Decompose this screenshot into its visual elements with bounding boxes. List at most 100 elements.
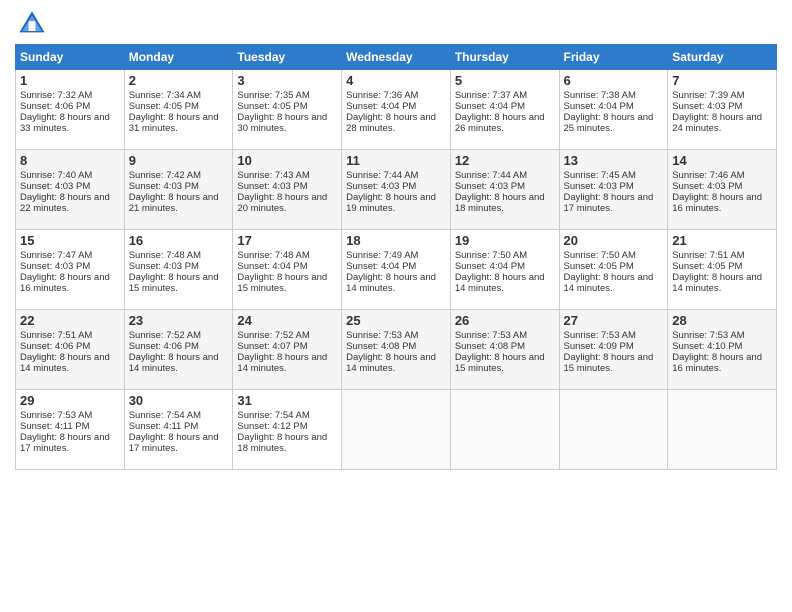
header-tuesday: Tuesday bbox=[233, 45, 342, 70]
sunset-label: Sunset: 4:08 PM bbox=[346, 341, 416, 352]
calendar-cell: 30Sunrise: 7:54 AMSunset: 4:11 PMDayligh… bbox=[124, 390, 233, 470]
day-number: 31 bbox=[237, 393, 337, 408]
daylight-label: Daylight: 8 hours and 26 minutes. bbox=[455, 112, 545, 134]
calendar-cell: 13Sunrise: 7:45 AMSunset: 4:03 PMDayligh… bbox=[559, 150, 668, 230]
week-row-3: 15Sunrise: 7:47 AMSunset: 4:03 PMDayligh… bbox=[16, 230, 777, 310]
sunrise-label: Sunrise: 7:53 AM bbox=[672, 330, 744, 341]
sunrise-label: Sunrise: 7:40 AM bbox=[20, 170, 92, 181]
daylight-label: Daylight: 8 hours and 17 minutes. bbox=[129, 432, 219, 454]
daylight-label: Daylight: 8 hours and 17 minutes. bbox=[20, 432, 110, 454]
sunset-label: Sunset: 4:05 PM bbox=[237, 101, 307, 112]
sunset-label: Sunset: 4:09 PM bbox=[564, 341, 634, 352]
daylight-label: Daylight: 8 hours and 15 minutes. bbox=[129, 272, 219, 294]
calendar-cell: 10Sunrise: 7:43 AMSunset: 4:03 PMDayligh… bbox=[233, 150, 342, 230]
sunrise-label: Sunrise: 7:53 AM bbox=[20, 410, 92, 421]
calendar-cell: 18Sunrise: 7:49 AMSunset: 4:04 PMDayligh… bbox=[342, 230, 451, 310]
daylight-label: Daylight: 8 hours and 31 minutes. bbox=[129, 112, 219, 134]
day-number: 1 bbox=[20, 73, 120, 88]
day-number: 7 bbox=[672, 73, 772, 88]
daylight-label: Daylight: 8 hours and 30 minutes. bbox=[237, 112, 327, 134]
calendar-cell: 5Sunrise: 7:37 AMSunset: 4:04 PMDaylight… bbox=[450, 70, 559, 150]
daylight-label: Daylight: 8 hours and 20 minutes. bbox=[237, 192, 327, 214]
day-number: 30 bbox=[129, 393, 229, 408]
sunrise-label: Sunrise: 7:50 AM bbox=[564, 250, 636, 261]
calendar-cell: 17Sunrise: 7:48 AMSunset: 4:04 PMDayligh… bbox=[233, 230, 342, 310]
sunrise-label: Sunrise: 7:47 AM bbox=[20, 250, 92, 261]
calendar-cell: 19Sunrise: 7:50 AMSunset: 4:04 PMDayligh… bbox=[450, 230, 559, 310]
day-number: 10 bbox=[237, 153, 337, 168]
calendar-cell: 28Sunrise: 7:53 AMSunset: 4:10 PMDayligh… bbox=[668, 310, 777, 390]
daylight-label: Daylight: 8 hours and 16 minutes. bbox=[672, 192, 762, 214]
sunrise-label: Sunrise: 7:35 AM bbox=[237, 90, 309, 101]
daylight-label: Daylight: 8 hours and 25 minutes. bbox=[564, 112, 654, 134]
sunrise-label: Sunrise: 7:32 AM bbox=[20, 90, 92, 101]
sunrise-label: Sunrise: 7:52 AM bbox=[237, 330, 309, 341]
day-number: 11 bbox=[346, 153, 446, 168]
sunrise-label: Sunrise: 7:45 AM bbox=[564, 170, 636, 181]
sunset-label: Sunset: 4:03 PM bbox=[237, 181, 307, 192]
calendar-cell: 25Sunrise: 7:53 AMSunset: 4:08 PMDayligh… bbox=[342, 310, 451, 390]
sunset-label: Sunset: 4:11 PM bbox=[20, 421, 90, 432]
page: SundayMondayTuesdayWednesdayThursdayFrid… bbox=[0, 0, 792, 612]
daylight-label: Daylight: 8 hours and 14 minutes. bbox=[672, 272, 762, 294]
header-friday: Friday bbox=[559, 45, 668, 70]
sunrise-label: Sunrise: 7:36 AM bbox=[346, 90, 418, 101]
calendar-cell: 29 Sunrise: 7:53 AMSunset: 4:11 PMDayligh… bbox=[16, 390, 125, 470]
daylight-label: Daylight: 8 hours and 16 minutes. bbox=[672, 352, 762, 374]
daylight-label: Daylight: 8 hours and 15 minutes. bbox=[564, 352, 654, 374]
day-number: 26 bbox=[455, 313, 555, 328]
daylight-label: Daylight: 8 hours and 14 minutes. bbox=[346, 352, 436, 374]
sunrise-label: Sunrise: 7:39 AM bbox=[672, 90, 744, 101]
day-number: 2 bbox=[129, 73, 229, 88]
calendar-cell: 1Sunrise: 7:32 AMSunset: 4:06 PMDaylight… bbox=[16, 70, 125, 150]
day-number: 16 bbox=[129, 233, 229, 248]
calendar-cell: 8Sunrise: 7:40 AMSunset: 4:03 PMDaylight… bbox=[16, 150, 125, 230]
header-saturday: Saturday bbox=[668, 45, 777, 70]
sunset-label: Sunset: 4:06 PM bbox=[20, 101, 90, 112]
calendar-cell bbox=[559, 390, 668, 470]
calendar-cell: 20Sunrise: 7:50 AMSunset: 4:05 PMDayligh… bbox=[559, 230, 668, 310]
sunrise-label: Sunrise: 7:38 AM bbox=[564, 90, 636, 101]
daylight-label: Daylight: 8 hours and 14 minutes. bbox=[564, 272, 654, 294]
header-wednesday: Wednesday bbox=[342, 45, 451, 70]
calendar-cell: 24Sunrise: 7:52 AMSunset: 4:07 PMDayligh… bbox=[233, 310, 342, 390]
header-monday: Monday bbox=[124, 45, 233, 70]
header bbox=[15, 10, 777, 38]
calendar-cell: 31Sunrise: 7:54 AMSunset: 4:12 PMDayligh… bbox=[233, 390, 342, 470]
calendar-cell: 21Sunrise: 7:51 AMSunset: 4:05 PMDayligh… bbox=[668, 230, 777, 310]
sunset-label: Sunset: 4:03 PM bbox=[346, 181, 416, 192]
sunset-label: Sunset: 4:04 PM bbox=[564, 101, 634, 112]
daylight-label: Daylight: 8 hours and 19 minutes. bbox=[346, 192, 436, 214]
sunrise-label: Sunrise: 7:44 AM bbox=[346, 170, 418, 181]
sunset-label: Sunset: 4:03 PM bbox=[20, 181, 90, 192]
daylight-label: Daylight: 8 hours and 24 minutes. bbox=[672, 112, 762, 134]
day-number: 14 bbox=[672, 153, 772, 168]
day-number: 5 bbox=[455, 73, 555, 88]
day-number: 3 bbox=[237, 73, 337, 88]
sunrise-label: Sunrise: 7:53 AM bbox=[564, 330, 636, 341]
calendar-table: SundayMondayTuesdayWednesdayThursdayFrid… bbox=[15, 44, 777, 470]
sunset-label: Sunset: 4:04 PM bbox=[455, 101, 525, 112]
daylight-label: Daylight: 8 hours and 16 minutes. bbox=[20, 272, 110, 294]
calendar-cell: 27Sunrise: 7:53 AMSunset: 4:09 PMDayligh… bbox=[559, 310, 668, 390]
sunset-label: Sunset: 4:08 PM bbox=[455, 341, 525, 352]
sunset-label: Sunset: 4:03 PM bbox=[20, 261, 90, 272]
calendar-cell bbox=[342, 390, 451, 470]
day-number: 29 bbox=[20, 393, 120, 408]
calendar-cell: 11 Sunrise: 7:44 AMSunset: 4:03 PMDayligh… bbox=[342, 150, 451, 230]
daylight-label: Daylight: 8 hours and 14 minutes. bbox=[455, 272, 545, 294]
day-number: 9 bbox=[129, 153, 229, 168]
calendar-cell: 3 Sunrise: 7:35 AMSunset: 4:05 PMDaylight… bbox=[233, 70, 342, 150]
sunrise-label: Sunrise: 7:54 AM bbox=[129, 410, 201, 421]
daylight-label: Daylight: 8 hours and 14 minutes. bbox=[346, 272, 436, 294]
day-number: 24 bbox=[237, 313, 337, 328]
sunrise-label: Sunrise: 7:34 AM bbox=[129, 90, 201, 101]
daylight-label: Daylight: 8 hours and 28 minutes. bbox=[346, 112, 436, 134]
logo bbox=[15, 10, 46, 38]
day-number: 23 bbox=[129, 313, 229, 328]
sunrise-label: Sunrise: 7:53 AM bbox=[455, 330, 527, 341]
day-number: 12 bbox=[455, 153, 555, 168]
day-number: 21 bbox=[672, 233, 772, 248]
calendar-cell: 6Sunrise: 7:38 AMSunset: 4:04 PMDaylight… bbox=[559, 70, 668, 150]
daylight-label: Daylight: 8 hours and 15 minutes. bbox=[455, 352, 545, 374]
